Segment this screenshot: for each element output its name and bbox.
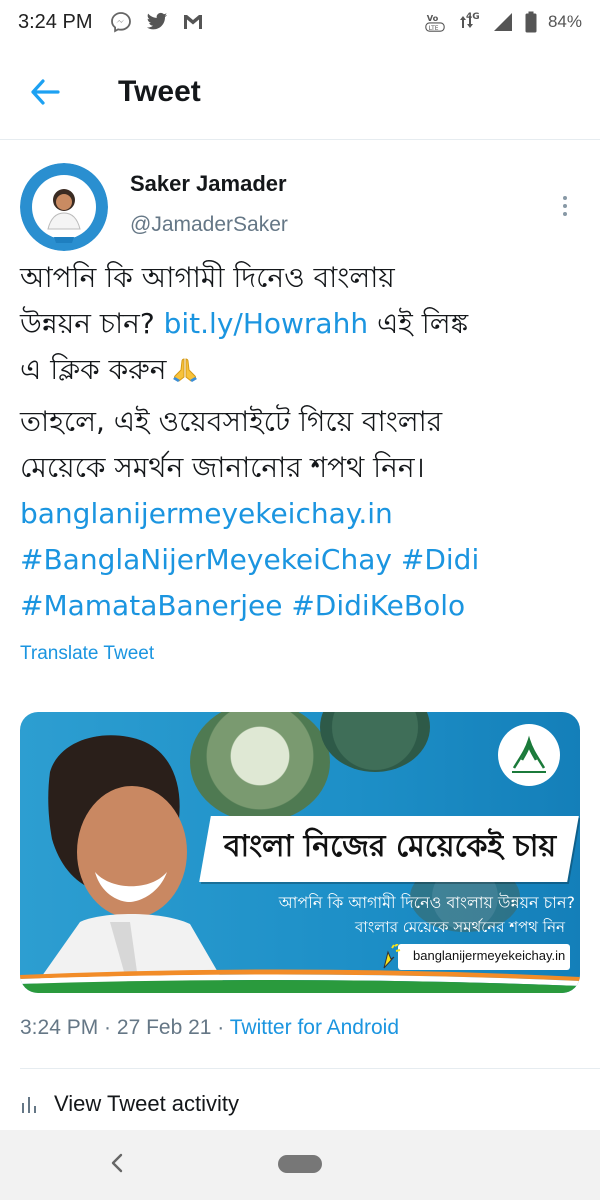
media-subline: বাংলার মেয়েকে সমর্থনের শপথ নিন <box>355 918 565 936</box>
tweet-text-line: মেয়েকে সমর্থন জানানোর শপথ নিন। <box>20 451 425 484</box>
battery-percent: 84% <box>547 12 582 31</box>
short-link[interactable]: bit.ly/Howrahh <box>164 307 368 340</box>
hashtag-link[interactable]: #Didi <box>401 543 479 576</box>
status-time: 3:24 PM <box>18 10 93 33</box>
more-dots-icon <box>563 196 567 200</box>
party-logo-icon <box>498 724 560 786</box>
nav-home-button[interactable] <box>278 1155 322 1173</box>
tweet-text-line: #BanglaNijerMeyekeiChay #Didi <box>20 537 580 583</box>
folded-hands-emoji-icon <box>170 353 200 399</box>
app-header: Tweet <box>0 44 600 140</box>
messenger-icon <box>110 11 132 33</box>
data-arrows-icon: 4G <box>456 11 482 33</box>
hashtag-link[interactable]: #DidiKeBolo <box>291 589 465 622</box>
back-button[interactable] <box>20 67 70 117</box>
tweet-author: Saker Jamader @JamaderSaker <box>20 163 580 251</box>
tweet-source-link[interactable]: Twitter for Android <box>230 1016 399 1039</box>
media-url-text: banglanijermeyekeichay.in <box>413 948 566 963</box>
view-tweet-activity-button[interactable]: View Tweet activity <box>20 1091 239 1117</box>
tweet-text-line: আপনি কি আগামী দিনেও বাংলায় <box>20 261 395 294</box>
hashtag-link[interactable]: #MamataBanerjee <box>20 589 282 622</box>
tweet-meta: 3:24 PM · 27 Feb 21 · Twitter for Androi… <box>20 1016 400 1039</box>
view-tweet-activity-label: View Tweet activity <box>54 1091 240 1116</box>
volte-icon: Vo LTE <box>424 11 446 33</box>
arrow-left-icon <box>31 78 60 105</box>
media-banner-title: বাংলা নিজের মেয়েকেই চায় <box>223 829 557 864</box>
sweets-bowl-image <box>320 712 430 772</box>
tweet-date: 27 Feb 21 <box>116 1016 212 1039</box>
tweet-text-line: তাহলে, এই ওয়েবসাইটে গিয়ে বাংলার <box>20 405 443 438</box>
author-name[interactable]: Saker Jamader <box>130 171 287 197</box>
more-options-button[interactable] <box>550 191 580 221</box>
avatar[interactable] <box>20 163 108 251</box>
tweet-text-line: এ ক্লিক করুন <box>20 347 580 399</box>
svg-text:Vo: Vo <box>427 13 439 23</box>
system-status: Vo LTE 4G 84% <box>424 11 582 33</box>
tweet-time: 3:24 PM <box>20 1016 99 1039</box>
bar-chart-icon <box>22 1097 36 1113</box>
network-type-label: 4G <box>466 12 480 22</box>
divider <box>20 1068 600 1069</box>
hashtag-link[interactable]: #BanglaNijerMeyekeiChay <box>20 543 392 576</box>
tricolor-stripe <box>20 969 580 993</box>
chevron-left-icon <box>111 1153 123 1173</box>
tweet-text-line: উন্নয়ন চান? bit.ly/Howrahh এই লিঙ্ক <box>20 307 469 340</box>
nav-back-button[interactable] <box>104 1150 130 1176</box>
tweet-text-line: #MamataBanerjee #DidiKeBolo <box>20 583 580 629</box>
tweet-text-line: banglanijermeyekeichay.in <box>20 491 580 537</box>
navigation-bar <box>0 1130 600 1200</box>
svg-text:LTE: LTE <box>429 25 439 32</box>
tweet-text: আপনি কি আগামী দিনেও বাংলায় উন্নয়ন চান?… <box>20 255 580 629</box>
media-question: আপনি কি আগামী দিনেও বাংলায় উন্নয়ন চান? <box>278 893 575 912</box>
battery-icon <box>524 11 538 33</box>
notification-icons <box>110 11 204 33</box>
status-bar: 3:24 PM Vo LTE 4G 84% <box>0 0 600 44</box>
twitter-icon <box>146 11 168 33</box>
website-link[interactable]: banglanijermeyekeichay.in <box>20 497 393 530</box>
translate-tweet-link[interactable]: Translate Tweet <box>20 643 154 665</box>
gmail-icon <box>182 11 204 33</box>
tweet-media-image[interactable]: বাংলা নিজের মেয়েকেই চায় আপনি কি আগামী … <box>20 712 580 993</box>
signal-icon <box>492 11 514 33</box>
page-title: Tweet <box>118 74 201 108</box>
author-handle: @JamaderSaker <box>130 213 288 236</box>
